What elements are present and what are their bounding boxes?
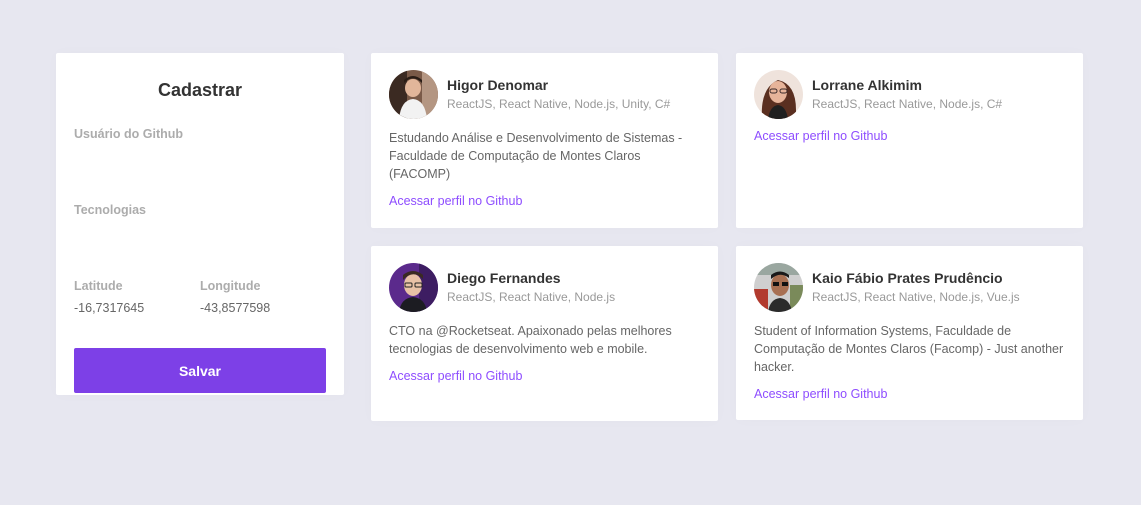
- app-root: Cadastrar Usuário do Github Tecnologias …: [0, 0, 1141, 505]
- user-info: Kaio Fábio Prates Prudêncio ReactJS, Rea…: [812, 269, 1020, 305]
- github-profile-link[interactable]: Acessar perfil no Github: [754, 128, 887, 144]
- user-techs: ReactJS, React Native, Node.js, Unity, C…: [447, 96, 671, 111]
- dev-card-header: Diego Fernandes ReactJS, React Native, N…: [389, 263, 700, 312]
- github-username-input[interactable]: [74, 142, 326, 164]
- coordinates-group: Latitude Longitude: [74, 278, 326, 316]
- register-form-card: Cadastrar Usuário do Github Tecnologias …: [56, 53, 344, 395]
- avatar: [754, 263, 803, 312]
- techs-label: Tecnologias: [74, 203, 147, 217]
- latitude-field[interactable]: Latitude: [74, 278, 200, 316]
- form-title: Cadastrar: [157, 80, 243, 100]
- dev-card-header: Higor Denomar ReactJS, React Native, Nod…: [389, 70, 700, 119]
- latitude-label: Latitude: [74, 279, 123, 293]
- github-profile-link[interactable]: Acessar perfil no Github: [389, 368, 522, 384]
- user-name: Kaio Fábio Prates Prudêncio: [812, 269, 1003, 286]
- dev-card-header: Kaio Fábio Prates Prudêncio ReactJS, Rea…: [754, 263, 1065, 312]
- github-username-field[interactable]: Usuário do Github: [74, 126, 326, 164]
- save-button[interactable]: Salvar: [74, 348, 326, 393]
- github-username-label: Usuário do Github: [74, 127, 184, 141]
- user-name: Lorrane Alkimim: [812, 76, 922, 93]
- techs-field[interactable]: Tecnologias: [74, 202, 326, 240]
- user-bio: Estudando Análise e Desenvolvimento de S…: [389, 131, 683, 181]
- user-name: Higor Denomar: [447, 76, 549, 93]
- github-profile-link[interactable]: Acessar perfil no Github: [389, 193, 522, 209]
- user-techs: ReactJS, React Native, Node.js: [447, 289, 616, 304]
- user-techs: ReactJS, React Native, Node.js, Vue.js: [812, 289, 1020, 304]
- user-info: Diego Fernandes ReactJS, React Native, N…: [447, 269, 616, 305]
- dev-card: Lorrane Alkimim ReactJS, React Native, N…: [736, 53, 1083, 228]
- avatar: [389, 70, 438, 119]
- techs-input[interactable]: [74, 218, 326, 240]
- user-bio: CTO na @Rocketseat. Apaixonado pelas mel…: [389, 324, 672, 356]
- user-info: Lorrane Alkimim ReactJS, React Native, N…: [812, 76, 1003, 112]
- dev-card-header: Lorrane Alkimim ReactJS, React Native, N…: [754, 70, 1065, 119]
- avatar: [754, 70, 803, 119]
- longitude-label: Longitude: [200, 279, 261, 293]
- user-info: Higor Denomar ReactJS, React Native, Nod…: [447, 76, 671, 112]
- longitude-field[interactable]: Longitude: [200, 278, 326, 316]
- longitude-input[interactable]: [200, 300, 326, 316]
- avatar: [389, 263, 438, 312]
- latitude-input[interactable]: [74, 300, 200, 316]
- dev-card: Kaio Fábio Prates Prudêncio ReactJS, Rea…: [736, 246, 1083, 420]
- user-techs: ReactJS, React Native, Node.js, C#: [812, 96, 1003, 111]
- user-name: Diego Fernandes: [447, 269, 561, 286]
- user-bio: Student of Information Systems, Faculdad…: [754, 324, 1064, 374]
- dev-card: Diego Fernandes ReactJS, React Native, N…: [371, 246, 718, 421]
- github-profile-link[interactable]: Acessar perfil no Github: [754, 386, 887, 402]
- dev-card: Higor Denomar ReactJS, React Native, Nod…: [371, 53, 718, 228]
